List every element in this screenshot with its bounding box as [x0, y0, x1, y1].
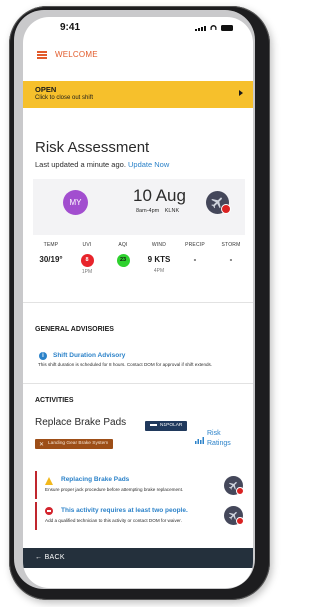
alert-body: Add a qualified technician to this activ…	[45, 518, 182, 523]
aircraft-tag-icon	[150, 423, 157, 426]
shift-date-card: MY 10 Aug 8am-4pm KLNK	[33, 179, 245, 235]
divider	[23, 383, 253, 384]
system-tag-label: Landing Gear Brake System	[48, 441, 109, 446]
weather-uvi: UVI 8 1PM	[69, 242, 105, 275]
weather-subtext: 4PM	[153, 268, 165, 274]
weather-storm: STORM -	[213, 242, 249, 264]
banner-subtitle: Click to close out shift	[35, 95, 94, 101]
status-bar: 9:41	[23, 17, 253, 43]
menu-icon[interactable]	[37, 51, 47, 59]
chevron-right-icon	[239, 90, 243, 96]
signal-icon	[195, 26, 206, 31]
uvi-badge: 8	[80, 254, 94, 267]
weather-aqi: AQI 23	[105, 242, 141, 267]
warning-icon	[45, 477, 53, 485]
weather-value: -	[193, 255, 197, 264]
app-header: WELCOME	[23, 45, 253, 67]
back-label: BACK	[44, 554, 65, 561]
banner-title: OPEN	[35, 85, 57, 94]
activity-alert[interactable]: This activity requires at least two peop…	[35, 502, 247, 530]
advisories-heading: GENERAL ADVISORIES	[35, 326, 114, 333]
weather-wind: WIND 9 KTS 4PM	[141, 242, 177, 274]
weather-temp: TEMP 30/19°	[33, 242, 69, 264]
alert-dot	[236, 487, 244, 495]
weather-value: 9 KTS	[147, 255, 171, 264]
aircraft-tag[interactable]: N1POLAR	[145, 421, 188, 431]
last-updated-text: Last updated a minute ago.	[35, 160, 126, 169]
header-title: WELCOME	[55, 50, 98, 59]
app-screen: 9:41 WELCOME OPEN Click to close out shi…	[23, 17, 253, 588]
alert-body: Ensure proper jack procedure before atte…	[45, 487, 184, 492]
footer-bar: ← BACK	[23, 548, 253, 568]
weather-value: -	[229, 255, 233, 264]
arrow-left-icon: ←	[35, 554, 43, 561]
shift-date: 10 Aug	[133, 186, 186, 205]
back-button[interactable]: ← BACK	[35, 554, 65, 561]
weather-strip: TEMP 30/19° UVI 8 1PM AQI 23 WIND 9 KTS …	[33, 242, 245, 294]
risk-ratings-label: Risk Ratings	[207, 430, 231, 447]
wifi-icon	[210, 25, 217, 30]
shift-status-banner[interactable]: OPEN Click to close out shift	[23, 81, 253, 108]
activity-alert[interactable]: Replacing Brake Pads Ensure proper jack …	[35, 471, 247, 499]
shift-station: KLNK	[164, 208, 180, 214]
battery-icon	[221, 25, 233, 31]
weather-label: STORM	[221, 242, 241, 248]
aqi-badge: 23	[116, 254, 130, 267]
activities-heading: ACTIVITIES	[35, 397, 74, 404]
stop-icon	[45, 507, 53, 515]
update-now-link[interactable]: Update Now	[128, 160, 169, 169]
system-icons	[195, 24, 233, 31]
aircraft-button[interactable]	[206, 191, 231, 214]
alert-title: This activity requires at least two peop…	[61, 507, 188, 514]
last-updated: Last updated a minute ago. Update Now	[35, 160, 169, 169]
aircraft-status-button[interactable]	[224, 506, 244, 525]
shift-details: 8am-4pm KLNK	[136, 208, 183, 214]
alert-dot	[236, 517, 244, 525]
alert-dot	[221, 204, 231, 214]
advisory-title[interactable]: Shift Duration Advisory	[53, 352, 125, 359]
aircraft-status-button[interactable]	[224, 476, 244, 495]
shift-time-range: 8am-4pm	[136, 208, 160, 214]
weather-subtext: 1PM	[81, 269, 93, 275]
weather-label: TEMP	[43, 242, 59, 248]
alert-title: Replacing Brake Pads	[61, 476, 130, 483]
activity-name: Replace Brake Pads	[35, 417, 127, 428]
status-time: 9:41	[60, 22, 81, 33]
aircraft-tag-label: N1POLAR	[160, 423, 183, 428]
weather-value: 30/19°	[39, 255, 63, 264]
info-icon: i	[39, 352, 47, 360]
system-tag[interactable]: ✕ Landing Gear Brake System	[35, 439, 114, 449]
divider	[23, 302, 253, 303]
avatar[interactable]: MY	[63, 190, 88, 215]
weather-label: WIND	[151, 242, 167, 248]
advisory-body: This shift duration is scheduled for 8 h…	[38, 362, 213, 367]
weather-label: PRECIP	[185, 242, 205, 248]
weather-precip: PRECIP -	[177, 242, 213, 264]
bar-chart-icon	[195, 437, 204, 444]
page-title: Risk Assessment	[35, 139, 150, 156]
wrench-icon: ✕	[39, 442, 45, 448]
